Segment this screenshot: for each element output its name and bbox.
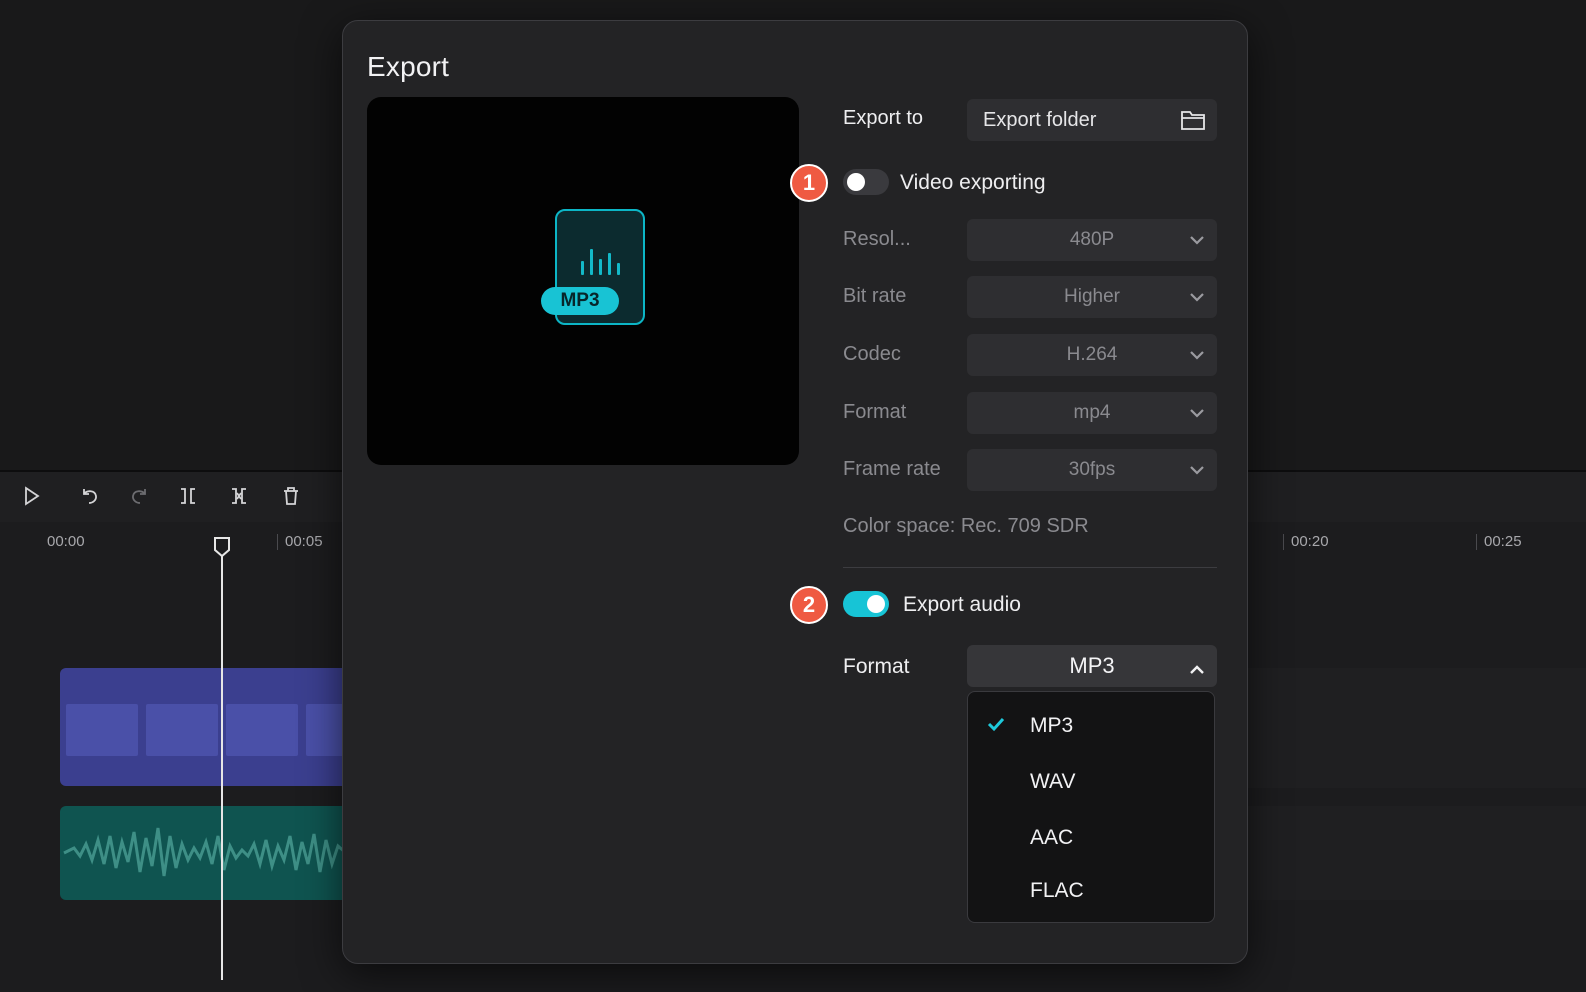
chevron-down-icon <box>1189 347 1205 363</box>
step-badge: 1 <box>790 164 828 202</box>
resolution-label: Resol... <box>843 228 911 250</box>
export-folder-value: Export folder <box>983 109 1097 131</box>
frame-rate-select[interactable]: 30fps <box>967 449 1217 491</box>
audio-format-dropdown: MP3 WAV AAC FLAC <box>967 691 1215 923</box>
video-format-label: Format <box>843 401 907 423</box>
tick-label: 00:00 <box>47 533 85 550</box>
audio-export-toggle[interactable] <box>843 591 889 617</box>
chevron-down-icon <box>1189 462 1205 478</box>
tick-mark <box>277 534 278 550</box>
trim-icon[interactable] <box>225 482 253 510</box>
step-badge: 2 <box>790 586 828 624</box>
chevron-down-icon <box>1189 405 1205 421</box>
clip-thumbnail <box>146 704 218 756</box>
delete-icon[interactable] <box>277 482 305 510</box>
tick-label: 00:25 <box>1484 533 1522 550</box>
video-clip[interactable] <box>60 668 350 786</box>
undo-icon[interactable] <box>76 482 104 510</box>
chevron-down-icon <box>1189 232 1205 248</box>
frame-rate-value: 30fps <box>1068 459 1116 480</box>
toggle-knob <box>847 173 865 191</box>
tick-mark <box>1476 534 1477 550</box>
dropdown-option-mp3[interactable]: MP3 <box>968 700 1214 750</box>
tick-label: 00:05 <box>285 533 323 550</box>
play-icon[interactable] <box>17 482 45 510</box>
video-format-value: mp4 <box>1073 402 1111 423</box>
option-label: WAV <box>1030 770 1076 793</box>
dropdown-option-flac[interactable]: FLAC <box>968 865 1214 915</box>
tick-label: 00:20 <box>1291 533 1329 550</box>
export-to-label: Export to <box>843 107 924 129</box>
audio-export-label: Export audio <box>903 593 1021 616</box>
export-dialog: Export MP3 Export to Export folder 1 Vid… <box>342 20 1248 964</box>
audio-waveform <box>63 827 347 877</box>
video-export-label: Video exporting <box>900 171 1046 194</box>
audio-format-value: MP3 <box>1069 653 1115 678</box>
divider <box>843 567 1217 568</box>
playhead-handle-icon[interactable] <box>213 536 231 558</box>
audio-bars-icon <box>581 245 625 275</box>
codec-label: Codec <box>843 343 901 365</box>
dropdown-option-aac[interactable]: AAC <box>968 812 1214 862</box>
resolution-select[interactable]: 480P <box>967 219 1217 261</box>
bit-rate-select[interactable]: Higher <box>967 276 1217 318</box>
dialog-title: Export <box>367 51 450 82</box>
audio-clip[interactable] <box>60 806 350 900</box>
option-label: MP3 <box>1030 714 1074 737</box>
audio-format-select[interactable]: MP3 <box>967 645 1217 687</box>
dropdown-option-wav[interactable]: WAV <box>968 756 1214 806</box>
clip-thumbnail <box>66 704 138 756</box>
playhead[interactable] <box>221 548 223 980</box>
audio-file-icon: MP3 <box>541 209 647 327</box>
video-format-select[interactable]: mp4 <box>967 392 1217 434</box>
bit-rate-value: Higher <box>1064 286 1120 307</box>
clip-thumbnail <box>226 704 298 756</box>
export-preview: MP3 <box>367 97 799 465</box>
frame-rate-label: Frame rate <box>843 458 941 480</box>
export-folder-field[interactable]: Export folder <box>967 99 1217 141</box>
option-label: AAC <box>1030 826 1074 849</box>
option-label: FLAC <box>1030 879 1084 902</box>
timeline-track-area <box>1248 806 1586 900</box>
codec-select[interactable]: H.264 <box>967 334 1217 376</box>
check-icon <box>986 714 1006 734</box>
folder-icon[interactable] <box>1179 107 1207 133</box>
chevron-up-icon <box>1189 658 1205 674</box>
file-format-badge: MP3 <box>541 287 619 315</box>
color-space-text: Color space: Rec. 709 SDR <box>843 515 1089 537</box>
resolution-value: 480P <box>1069 229 1115 250</box>
tick-mark <box>1283 534 1284 550</box>
timeline-track-area <box>1248 668 1586 788</box>
audio-format-label: Format <box>843 655 910 678</box>
split-icon[interactable] <box>174 482 202 510</box>
toggle-knob <box>867 595 885 613</box>
video-export-toggle[interactable] <box>843 169 889 195</box>
redo-icon[interactable] <box>125 482 153 510</box>
codec-value: H.264 <box>1066 344 1118 365</box>
bit-rate-label: Bit rate <box>843 285 907 307</box>
chevron-down-icon <box>1189 289 1205 305</box>
